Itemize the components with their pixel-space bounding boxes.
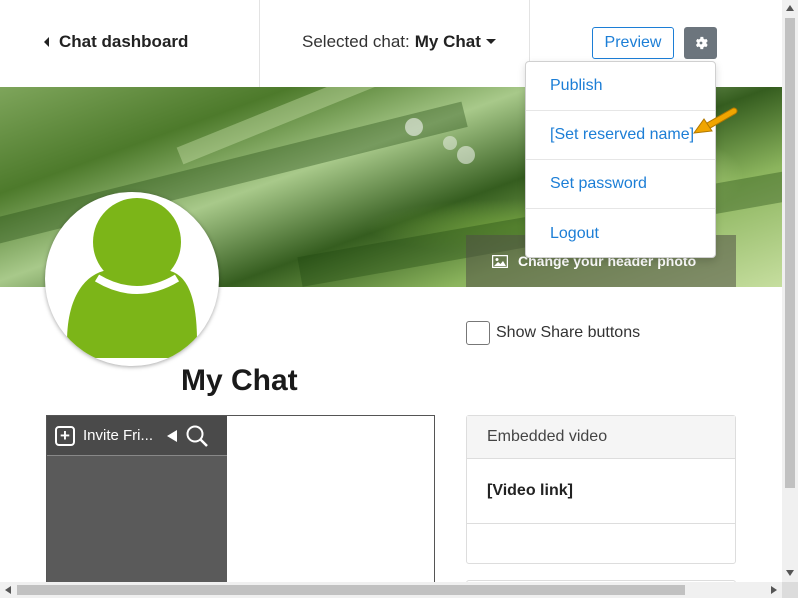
menu-item-set-reserved-name[interactable]: [Set reserved name] [526,111,715,160]
chat-dashboard-link[interactable]: Chat dashboard [44,32,188,52]
selected-chat-name: My Chat [414,32,481,51]
scroll-left-icon[interactable] [5,586,11,594]
nav-divider [259,0,260,87]
vertical-scrollbar[interactable] [782,0,798,582]
show-share-buttons-checkbox[interactable]: Show Share buttons [466,321,640,345]
preview-button[interactable]: Preview [592,27,674,59]
water-droplets [405,118,475,164]
collapse-left-icon[interactable] [167,429,178,442]
plus-square-icon[interactable]: + [55,425,75,446]
menu-item-publish[interactable]: Publish [526,62,715,111]
embedded-video-card: Embedded video [Video link] [466,415,736,564]
scroll-down-icon[interactable] [786,570,794,576]
horizontal-scrollbar[interactable] [0,582,782,598]
embedded-video-title: Embedded video [467,416,735,459]
video-link[interactable]: [Video link] [467,459,735,524]
scroll-right-icon[interactable] [771,586,777,594]
show-share-buttons-label: Show Share buttons [496,324,641,341]
settings-dropdown-menu: Publish [Set reserved name] Set password… [525,61,716,258]
menu-item-set-password[interactable]: Set password [526,160,715,209]
chat-dashboard-label: Chat dashboard [59,32,189,51]
selected-chat-prefix: Selected chat: [302,32,410,51]
chat-widget: + Invite Fri... [46,415,435,591]
scrollbar-corner [782,582,798,598]
chat-sidebar-header: + Invite Fri... [47,416,227,456]
callout-arrow-icon [692,107,738,134]
chat-sidebar: + Invite Fri... [47,416,227,591]
chat-avatar[interactable] [45,192,219,366]
search-icon[interactable] [185,424,209,448]
vertical-scroll-thumb[interactable] [785,18,795,488]
caret-down-icon [485,38,496,44]
scroll-up-icon[interactable] [786,5,794,11]
settings-button[interactable] [684,27,717,59]
invite-friends-button[interactable]: Invite Fri... [83,427,153,444]
selected-chat-dropdown[interactable]: Selected chat: My Chat [302,32,496,52]
user-avatar-icon [67,198,197,358]
gear-icon [695,36,708,50]
checkbox-box[interactable] [466,321,490,345]
image-icon [492,254,508,268]
chat-title: My Chat [181,364,298,397]
back-triangle-icon [44,37,49,47]
menu-item-logout[interactable]: Logout [526,209,715,258]
horizontal-scroll-thumb[interactable] [17,585,685,595]
